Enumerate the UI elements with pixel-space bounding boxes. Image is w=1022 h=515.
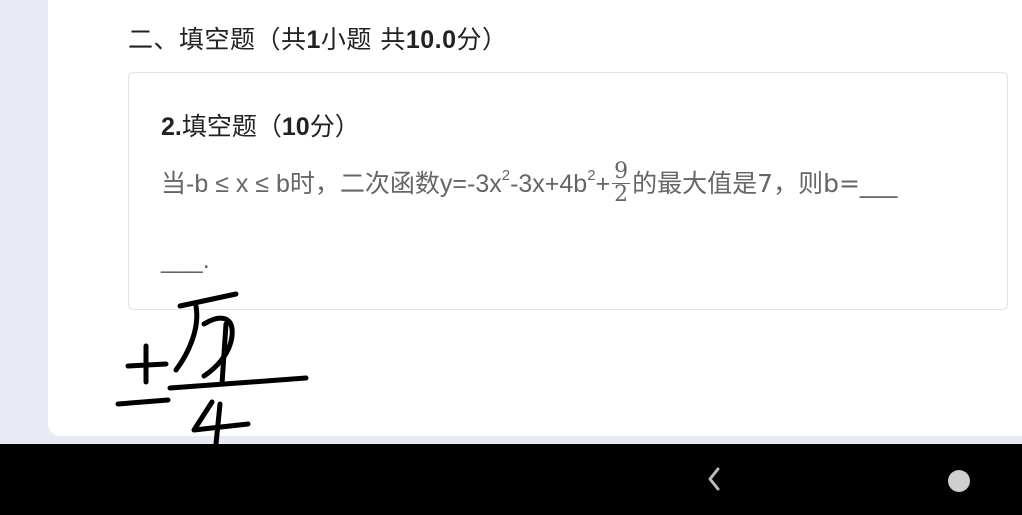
section-title-suffix: 分） <box>456 25 508 54</box>
question-text-part3: 的最大值是7，则b=___ <box>632 169 898 198</box>
question-text-part1: 当 <box>161 169 187 198</box>
question-number: 2. <box>161 113 182 141</box>
section-title: 二、填空题（共1小题 共10.0分） <box>128 20 508 56</box>
handwriting-four-stem <box>213 401 223 444</box>
handwriting-sqrt-stem <box>173 303 200 373</box>
question-points: 10 <box>281 113 310 141</box>
screen: 二、填空题（共1小题 共10.0分） 2.填空题（10分） 当-b ≤ x ≤ … <box>0 0 1022 515</box>
question-type: 填空题（ <box>181 112 282 141</box>
system-navigation-bar <box>0 444 1022 515</box>
section-title-prefix: 二、填空题（共 <box>128 25 307 54</box>
section-total-score: 10.0 <box>405 26 457 54</box>
fraction-numerator: 9 <box>614 158 629 184</box>
handwriting-plus-horizontal <box>125 361 169 369</box>
exponent-2: 2 <box>587 167 596 184</box>
exponent-1: 2 <box>501 167 511 184</box>
question-expression-c: + <box>595 170 611 198</box>
answer-blank[interactable]: ___. <box>161 246 210 275</box>
fraction-nine-halves: 92 <box>612 158 631 207</box>
question-text: 当-b ≤ x ≤ b时，二次函数y=-3x2-3x+4b2+ 9 2 的最大值是7，… <box>161 158 898 208</box>
question-expression-b: -3x+4b <box>510 170 588 198</box>
question-text-part2: 时，二次函数 <box>289 169 440 198</box>
handwriting-sqrt-bar <box>177 291 239 309</box>
question-condition: -b ≤ x ≤ b <box>186 170 290 198</box>
handwriting-minus <box>115 397 171 407</box>
question-points-suffix: 分） <box>309 112 360 141</box>
handwriting-fraction-bar <box>167 375 309 391</box>
fraction-denominator: 2 <box>612 181 631 207</box>
question-header: 2.填空题（10分） <box>161 107 360 143</box>
question-card[interactable]: 2.填空题（10分） 当-b ≤ x ≤ b时，二次函数y=-3x2-3x+4b… <box>128 72 1008 310</box>
question-expression-a: y=-3x <box>439 170 502 198</box>
handwriting-five-stroke <box>219 321 229 387</box>
handwritten-answer <box>115 291 309 444</box>
chevron-left-icon[interactable] <box>700 462 730 496</box>
section-title-middle: 小题 共 <box>320 25 406 54</box>
section-question-count: 1 <box>306 26 321 54</box>
circle-home-icon[interactable] <box>948 470 970 492</box>
